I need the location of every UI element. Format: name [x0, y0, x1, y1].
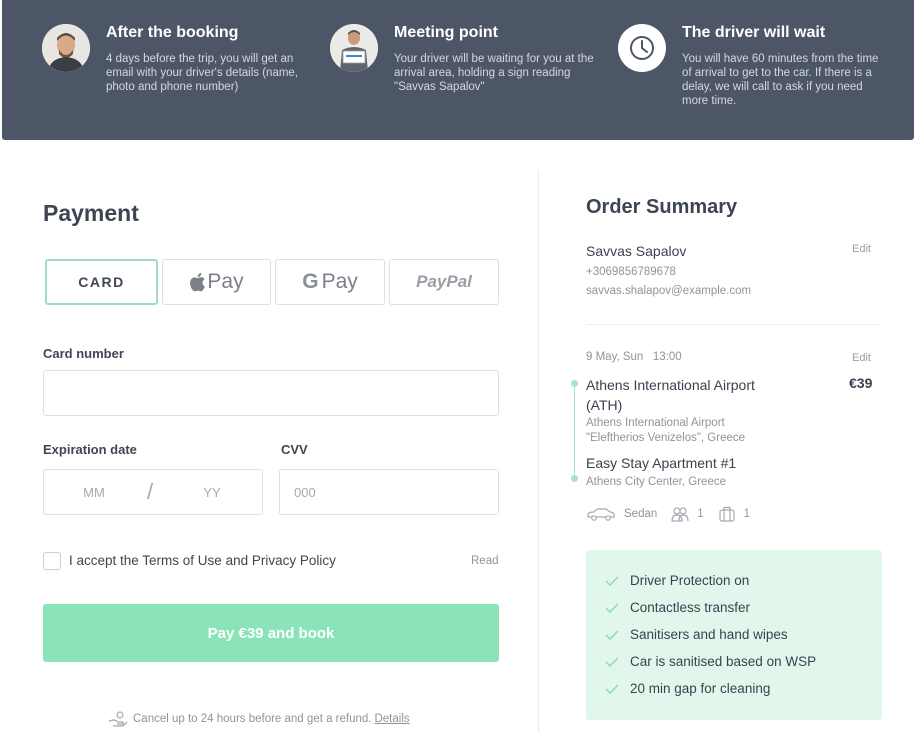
order-summary-panel: Order Summary Savvas Sapalov Edit +30698… [540, 170, 914, 732]
trip-datetime: 9 May, Sun 13:00 [586, 351, 682, 363]
google-g-icon: G [302, 270, 319, 293]
payment-title: Payment [43, 200, 139, 226]
expiration-date-label: Expiration date [43, 442, 137, 457]
clock-icon [630, 36, 654, 60]
google-pay-label: Pay [321, 270, 358, 293]
vehicle-spec: Sedan [586, 507, 657, 521]
terms-label: I accept the Terms of Use and Privacy Po… [69, 553, 336, 568]
safety-item-label: 20 min gap for cleaning [630, 681, 771, 696]
safety-item: 20 min gap for cleaning [586, 675, 882, 702]
expiration-date-field: / [43, 469, 263, 515]
route-end-dot [571, 475, 578, 482]
feature-title: The driver will wait [682, 24, 826, 41]
sedan-car-icon [587, 508, 615, 521]
vehicle-type: Sedan [624, 508, 658, 520]
safety-item-label: Contactless transfer [630, 600, 751, 615]
passengers-icon [671, 507, 689, 522]
check-icon [605, 683, 619, 694]
refund-text: Cancel up to 24 hours before and get a r… [133, 713, 372, 725]
terms-read-link[interactable]: Read [471, 555, 499, 567]
trip-specs: Sedan 1 1 [586, 506, 764, 522]
card-number-label: Card number [43, 346, 124, 361]
feature-title: Meeting point [394, 24, 498, 41]
safety-measures-box: Driver Protection on Contactless transfe… [586, 550, 882, 720]
check-icon [605, 575, 619, 586]
google-pay-method-tab[interactable]: G Pay [275, 259, 385, 305]
safety-item: Contactless transfer [586, 594, 882, 621]
route-start-dot [571, 380, 578, 387]
order-summary-title: Order Summary [586, 196, 738, 218]
driver-with-sign-icon [330, 24, 378, 72]
expiration-year-input[interactable] [172, 470, 252, 514]
cvv-label: CVV [281, 442, 308, 457]
safety-item: Driver Protection on [586, 567, 882, 594]
card-method-label: CARD [78, 274, 125, 290]
customer-name: Savvas Sapalov [586, 243, 687, 259]
check-icon [605, 656, 619, 667]
info-banner: After the booking 4 days before the trip… [2, 0, 914, 140]
paypal-method-tab[interactable]: PayPal [389, 259, 499, 305]
apple-pay-logo: Pay [189, 270, 244, 294]
route-line [574, 383, 575, 480]
passengers-spec: 1 [671, 506, 704, 522]
safety-item-label: Driver Protection on [630, 573, 750, 588]
google-pay-logo: G Pay [302, 270, 358, 294]
clock-avatar [618, 24, 666, 72]
feature-title: After the booking [106, 24, 239, 41]
luggage-spec: 1 [718, 506, 750, 522]
card-number-input[interactable] [43, 370, 499, 416]
dropoff-name: Easy Stay Apartment #1 [586, 455, 737, 471]
cvv-input[interactable] [279, 469, 499, 515]
passengers-count: 1 [697, 508, 704, 520]
trip-price: €39 [849, 375, 873, 391]
terms-checkbox[interactable] [43, 552, 61, 570]
luggage-count: 1 [743, 508, 751, 520]
dropoff-address: Athens City Center, Greece [586, 476, 726, 488]
customer-email: savvas.shalapov@example.com [586, 285, 752, 297]
expiration-month-input[interactable] [54, 470, 134, 514]
refund-note: Cancel up to 24 hours before and get a r… [108, 711, 410, 727]
safety-item: Sanitisers and hand wipes [586, 621, 882, 648]
apple-icon [190, 272, 206, 292]
driver-sign-avatar [330, 24, 378, 72]
edit-customer-link[interactable]: Edit [852, 243, 871, 255]
customer-phone: +3069856789678 [586, 266, 676, 278]
pickup-name: Athens International Airport (ATH) [586, 377, 755, 413]
safety-item: Car is sanitised based on WSP [586, 648, 882, 675]
paypal-logo: PayPal [416, 272, 472, 291]
feature-description: 4 days before the trip, you will get an … [106, 53, 299, 93]
feature-description: You will have 60 minutes from the time o… [682, 53, 879, 107]
safety-item-label: Sanitisers and hand wipes [630, 627, 788, 642]
edit-trip-link[interactable]: Edit [852, 352, 871, 364]
luggage-icon [719, 506, 735, 522]
card-method-tab[interactable]: CARD [45, 259, 158, 305]
payment-panel: Payment CARD Pay G Pay PayPal Card numbe… [2, 170, 538, 732]
refund-details-link[interactable]: Details [374, 713, 409, 725]
driver-photo-icon [42, 24, 90, 72]
driver-avatar [42, 24, 90, 72]
expiration-separator: / [147, 479, 154, 504]
pickup-address: Athens International Airport "Eleftherio… [586, 417, 746, 444]
apple-pay-label: Pay [207, 270, 244, 293]
refund-hand-icon [108, 711, 128, 727]
summary-divider [586, 324, 880, 325]
check-icon [605, 602, 619, 613]
check-icon [605, 629, 619, 640]
feature-description: Your driver will be waiting for you at t… [394, 53, 594, 93]
pay-and-book-button[interactable]: Pay €39 and book [43, 604, 499, 662]
safety-item-label: Car is sanitised based on WSP [630, 654, 817, 669]
column-divider [538, 170, 539, 732]
apple-pay-method-tab[interactable]: Pay [162, 259, 271, 305]
